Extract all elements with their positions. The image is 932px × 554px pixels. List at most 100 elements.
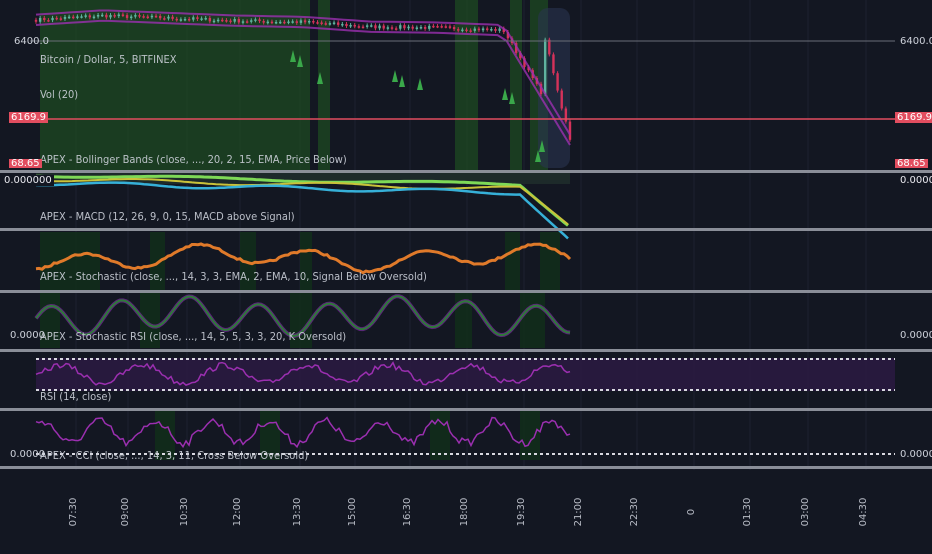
candle-body <box>477 28 481 31</box>
macd-label: APEX - MACD (12, 26, 9, 0, 15, MACD abov… <box>40 210 295 223</box>
candle-body <box>266 21 270 24</box>
candle-body <box>245 21 249 23</box>
last-price-tag-left: 6169.9 <box>9 112 48 123</box>
candle-body <box>92 16 96 19</box>
candle-body <box>498 28 501 31</box>
candle-body <box>461 29 464 32</box>
candle-body <box>407 26 410 29</box>
candle-body <box>55 17 58 20</box>
candle-body <box>229 20 232 23</box>
candle-body <box>291 21 294 23</box>
candle-body <box>308 21 311 23</box>
candle-body <box>448 26 452 28</box>
candle-body <box>183 18 187 21</box>
hidden-tag-right: 68.65 <box>895 159 928 168</box>
candle-body <box>419 27 423 29</box>
volume-spike <box>399 75 405 87</box>
time-axis-label: 21:00 <box>573 498 584 527</box>
candle-body <box>386 27 390 29</box>
rsi-label: RSI (14, close) <box>40 390 112 403</box>
bollinger-indicator-label: APEX - Bollinger Bands (close, ..., 20, … <box>40 153 347 166</box>
candle-body <box>494 28 497 31</box>
candle-body <box>254 19 257 21</box>
candle-body <box>105 14 108 18</box>
time-axis-label: 10:30 <box>179 498 190 527</box>
candle-body <box>216 19 220 22</box>
candle-body <box>163 18 166 20</box>
candle-body <box>316 22 319 24</box>
candle-body <box>154 15 158 18</box>
signal-zone <box>510 0 522 170</box>
candle-body <box>158 15 162 19</box>
candle-body <box>390 27 394 29</box>
chart-canvas[interactable]: 07:30 09:00 10:30 12:00 13:30 15:00 16:30 18:00… <box>0 0 932 550</box>
candle-body <box>80 16 83 18</box>
pane-separator <box>0 408 932 411</box>
candle-body <box>113 15 116 17</box>
signal-zone <box>318 0 330 170</box>
candle-body <box>444 26 448 28</box>
candle-body <box>486 28 489 30</box>
candle-body <box>365 25 369 27</box>
cci-label: APEX - CCI (close, ..., 14, 3, 11, Cross… <box>40 449 309 462</box>
cci-scale-left: 0.0000 <box>10 449 45 460</box>
candle-body <box>43 17 46 21</box>
candle-body <box>394 28 398 30</box>
candle-body <box>473 28 476 31</box>
candle-body <box>187 18 191 21</box>
pane-separator <box>0 170 932 173</box>
candle-body <box>51 17 54 21</box>
time-axis-label: 13:30 <box>292 498 303 527</box>
left-price-scale-label: 6400.0 <box>14 36 49 47</box>
candle-body <box>345 23 348 27</box>
candle-body <box>262 21 265 23</box>
candle-body <box>233 19 236 22</box>
candle-body <box>171 16 174 19</box>
symbol-label: Bitcoin / Dollar, 5, BITFINEX <box>40 53 177 66</box>
candle-body <box>374 25 377 29</box>
volume-label: Vol (20) <box>40 88 79 101</box>
pane-separator <box>0 228 932 231</box>
pane-separator <box>0 349 932 352</box>
candle-body <box>125 15 129 18</box>
candle-body <box>465 29 468 32</box>
candle-body <box>415 27 419 29</box>
cci-zone <box>520 410 540 460</box>
candle-body <box>295 21 298 23</box>
candle-body <box>67 16 71 19</box>
candle-body <box>179 19 183 21</box>
candle-body <box>341 23 344 26</box>
last-price-tag-right: 6169.9 <box>895 112 932 123</box>
time-axis-label: 19:30 <box>516 498 527 527</box>
candle-body <box>452 27 456 30</box>
candle-body <box>88 15 92 18</box>
candle-body <box>47 20 50 22</box>
time-axis-label: 04:30 <box>858 498 869 527</box>
candle-body <box>287 21 290 24</box>
candle-body <box>250 20 253 22</box>
volume-spike <box>417 78 423 90</box>
candle-body <box>196 17 199 19</box>
stoch-rsi-label: APEX - Stochastic RSI (close, ..., 14, 5… <box>40 330 347 343</box>
time-axis-label: 07:30 <box>68 498 79 527</box>
candle-body <box>134 15 137 17</box>
candle-body <box>303 20 307 23</box>
candle-body <box>332 22 336 24</box>
candle-body <box>241 21 245 23</box>
candle-body <box>428 25 431 29</box>
candle-body <box>121 14 125 16</box>
pane-separator <box>0 466 932 469</box>
candle-body <box>357 26 361 28</box>
candle-body <box>167 16 170 19</box>
cci-line <box>35 416 571 449</box>
candle-body <box>436 26 439 28</box>
candle-body <box>208 18 212 22</box>
candle-body <box>457 29 460 31</box>
candle-body <box>142 16 145 18</box>
time-axis-label: 15:00 <box>347 498 358 527</box>
time-axis-label: 16:30 <box>402 498 413 527</box>
candle-body <box>76 16 79 18</box>
stoch-rsi-scale-right: 0.0000 <box>900 330 932 341</box>
time-axis-label: 12:00 <box>232 498 243 527</box>
macd-zone <box>540 232 560 290</box>
